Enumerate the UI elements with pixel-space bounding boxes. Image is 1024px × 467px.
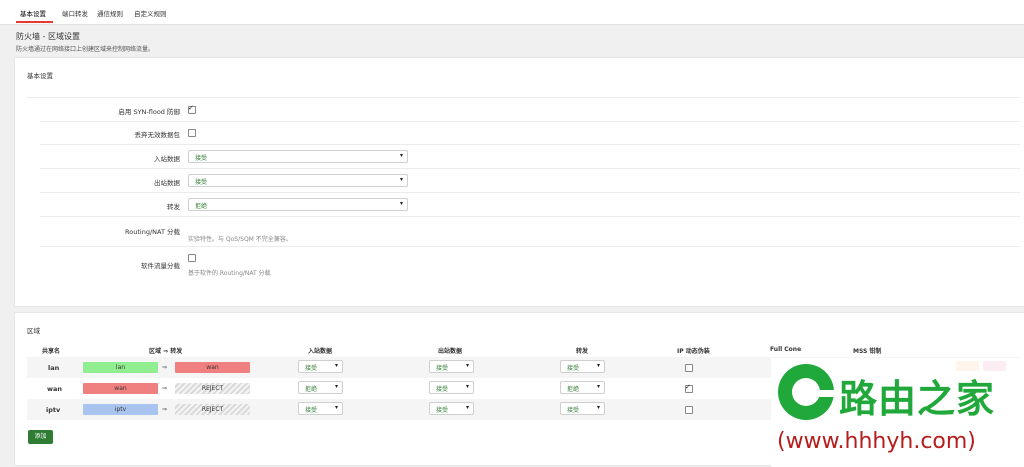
syn-flood-checkbox[interactable] (188, 104, 196, 114)
divider (40, 216, 1020, 217)
masquerade-checkbox[interactable] (685, 364, 693, 372)
output-select[interactable]: 接受 ▾ (429, 360, 474, 373)
forward-reject: REJECT (175, 383, 250, 394)
col-header-name: 共享名 (42, 348, 61, 355)
chevron-down-icon: ▾ (334, 362, 338, 369)
watermark: 路由之家 (www.hhhyh.com) (771, 358, 1024, 467)
arrow-right-icon: ⇒ (162, 406, 168, 413)
zone-chip: wan (83, 383, 158, 394)
output-select[interactable]: 接受 ▾ (429, 381, 474, 394)
forward-zone-chip: wan (175, 362, 250, 373)
chevron-down-icon: ▾ (596, 383, 600, 390)
forward-policy-select[interactable]: 拒绝 ▾ (188, 198, 408, 211)
software-offload-checkbox[interactable] (188, 254, 196, 262)
watermark-logo-icon (778, 364, 834, 420)
divider (27, 97, 1020, 98)
forward-value: 接受 (567, 365, 580, 372)
chevron-down-icon: ▾ (334, 383, 338, 390)
software-offload-hint: 基于软件的 Routing/NAT 分载 (188, 270, 271, 277)
chevron-down-icon: ▾ (596, 404, 600, 411)
col-header-mss-clamp: MSS 钳制 (853, 348, 882, 355)
software-offload-label: 软件流量分载 (141, 262, 180, 270)
page-description: 防火墙通过在网络接口上创建区域来控制网络流量。 (16, 46, 155, 53)
output-policy-select[interactable]: 接受 ▾ (188, 174, 408, 187)
masquerade-checkbox[interactable] (685, 406, 693, 414)
col-header-output: 出站数据 (438, 348, 463, 355)
zone-chip: lan (83, 362, 158, 373)
tab-custom-rules[interactable]: 自定义规则 (134, 8, 167, 18)
zone-name: iptv (46, 406, 61, 414)
col-header-input: 入站数据 (308, 348, 333, 355)
chevron-down-icon: ▾ (465, 362, 469, 369)
tab-bar: 基本设置 端口转发 通信规则 自定义规则 (0, 0, 1024, 25)
output-label: 出站数据 (154, 179, 180, 187)
col-header-full-cone: Full Cone (770, 346, 802, 353)
basic-settings-heading: 基本设置 (27, 72, 53, 80)
masquerade-checkbox[interactable] (685, 383, 693, 393)
drop-invalid-checkbox[interactable] (188, 129, 196, 137)
chevron-down-icon: ▾ (399, 200, 403, 207)
add-zone-button[interactable]: 添加 (28, 430, 53, 444)
divider (40, 192, 1020, 193)
divider (40, 246, 1020, 247)
watermark-title: 路由之家 (839, 377, 996, 421)
input-select[interactable]: 接受 ▾ (298, 402, 343, 415)
chevron-down-icon: ▾ (399, 176, 403, 183)
col-header-masquerade: IP 动态伪装 (677, 348, 710, 355)
routing-offload-label: Routing/NAT 分载 (125, 228, 180, 236)
input-select[interactable]: 拒绝 ▾ (298, 381, 343, 394)
chevron-down-icon: ▾ (334, 404, 338, 411)
zone-name: lan (48, 364, 60, 372)
zone-name: wan (47, 385, 63, 393)
col-header-forward: 转发 (576, 348, 589, 355)
arrow-right-icon: ⇒ (162, 385, 168, 392)
forward-value: 拒绝 (567, 386, 580, 393)
forward-select[interactable]: 接受 ▾ (560, 402, 605, 415)
output-value: 接受 (436, 365, 449, 372)
page-title: 防火墙 - 区域设置 (16, 32, 80, 41)
zone-chip: iptv (83, 404, 158, 415)
chevron-down-icon: ▾ (399, 152, 403, 159)
arrow-right-icon: ⇒ (162, 364, 168, 371)
tab-traffic-rules[interactable]: 通信规则 (97, 8, 123, 18)
forward-policy-value: 拒绝 (195, 203, 208, 210)
input-value: 接受 (305, 407, 318, 414)
output-policy-value: 接受 (195, 179, 208, 186)
divider (40, 121, 1020, 122)
input-label: 入站数据 (154, 155, 180, 163)
input-policy-select[interactable]: 接受 ▾ (188, 150, 408, 163)
forward-select[interactable]: 拒绝 ▾ (560, 381, 605, 394)
input-value: 拒绝 (305, 386, 318, 393)
forward-value: 接受 (567, 407, 580, 414)
col-header-zone-forward: 区域 ⇒ 转发 (149, 348, 183, 355)
drop-invalid-label: 丢弃无效数据包 (134, 131, 181, 139)
input-select[interactable]: 接受 ▾ (298, 360, 343, 373)
forward-reject: REJECT (175, 404, 250, 415)
tab-basic-settings[interactable]: 基本设置 (20, 8, 46, 18)
zones-heading: 区域 (27, 327, 40, 335)
chevron-down-icon: ▾ (596, 362, 600, 369)
input-value: 接受 (305, 365, 318, 372)
chevron-down-icon: ▾ (465, 383, 469, 390)
divider (40, 168, 1020, 169)
chevron-down-icon: ▾ (465, 404, 469, 411)
active-tab-indicator (16, 21, 53, 23)
watermark-url: (www.hhhyh.com) (777, 429, 976, 454)
divider (40, 144, 1020, 145)
tab-port-forward[interactable]: 端口转发 (62, 8, 88, 18)
output-value: 接受 (436, 386, 449, 393)
output-select[interactable]: 接受 ▾ (429, 402, 474, 415)
forward-label: 转发 (167, 203, 180, 211)
syn-flood-label: 启用 SYN-flood 防御 (118, 108, 180, 116)
output-value: 接受 (436, 407, 449, 414)
routing-offload-hint: 实验特性。与 QoS/SQM 不完全兼容。 (188, 236, 292, 243)
input-policy-value: 接受 (195, 155, 208, 162)
forward-select[interactable]: 接受 ▾ (560, 360, 605, 373)
